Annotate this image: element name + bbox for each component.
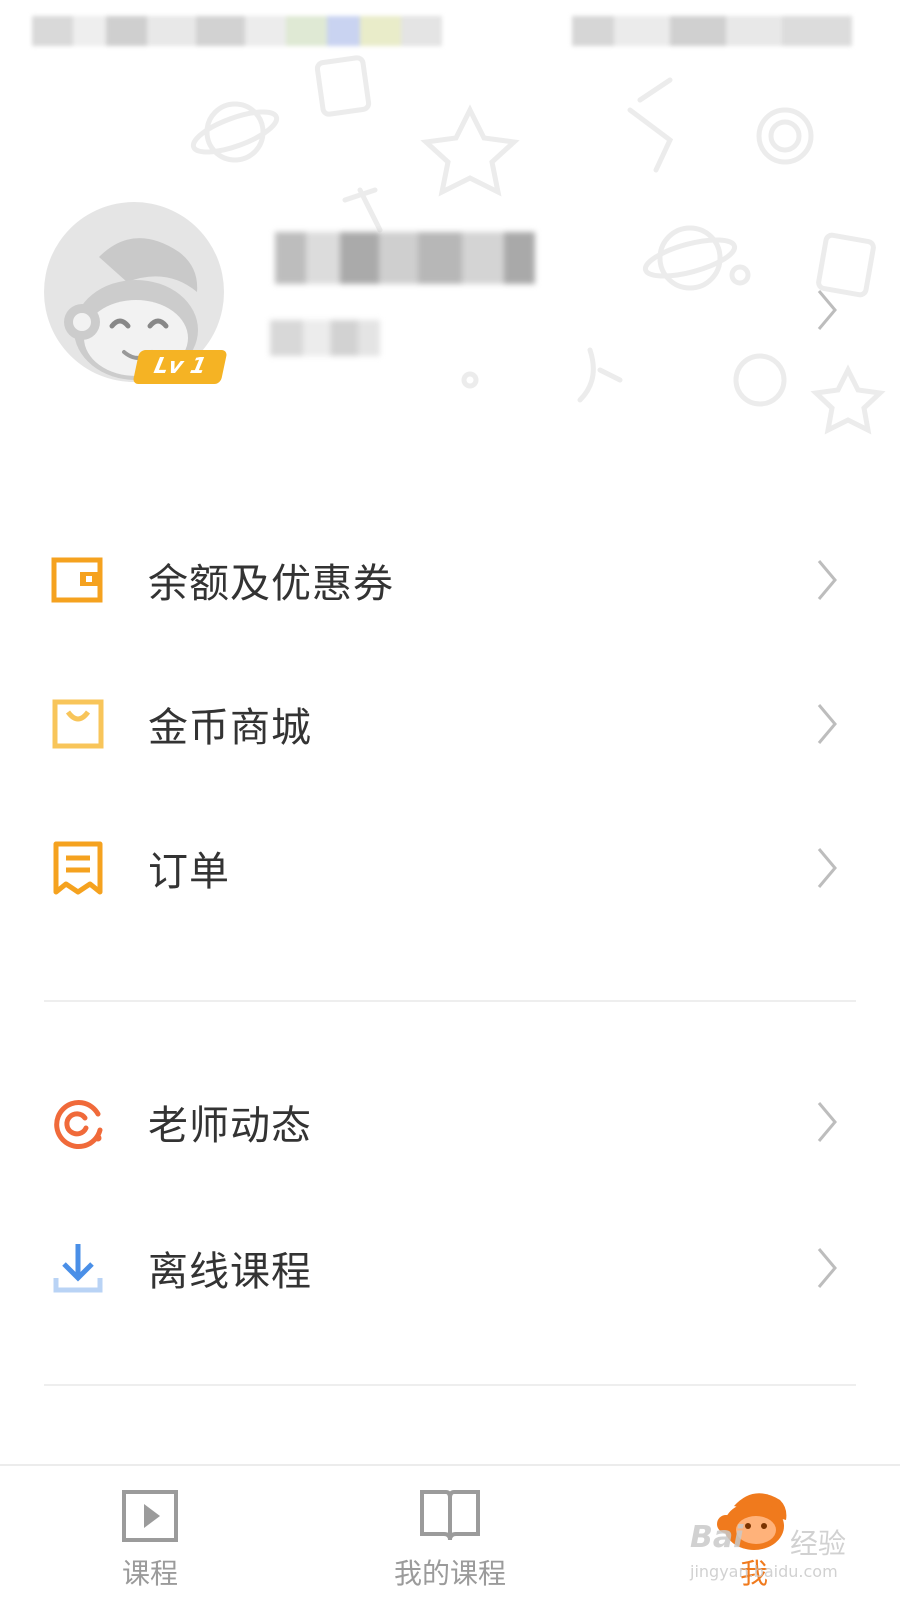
level-badge: Lv 1: [132, 350, 228, 384]
profile-header[interactable]: Lv 1: [0, 190, 900, 420]
menu-item-orders[interactable]: 订单: [0, 818, 900, 918]
menu-item-label: 订单: [148, 849, 230, 895]
menu-item-label: 金币商城: [148, 705, 312, 751]
chevron-right-icon: [817, 848, 837, 888]
receipt-icon: [53, 841, 103, 895]
baidu-jingyan-watermark: Bai 经验 jingyan.baidu.com: [690, 1520, 850, 1590]
video-play-icon: [122, 1490, 178, 1542]
open-book-icon: [420, 1490, 480, 1541]
menu-item-balance-coupons[interactable]: 余额及优惠券: [0, 530, 900, 630]
chevron-right-icon: [817, 290, 837, 330]
user-subtitle-blurred: [270, 320, 380, 356]
tab-label: 课程: [121, 1557, 178, 1590]
chevron-right-icon: [817, 560, 837, 600]
wallet-icon: [51, 557, 103, 603]
tab-my-courses[interactable]: 我的课程: [360, 1466, 540, 1600]
menu-item-coin-mall[interactable]: 金币商城: [0, 674, 900, 774]
menu-item-teacher-feed[interactable]: 老师动态: [0, 1072, 900, 1172]
download-icon: [53, 1244, 103, 1293]
teacher-feed-icon: [54, 1100, 103, 1149]
section-divider: [44, 1000, 856, 1002]
shopping-bag-icon: [52, 699, 104, 749]
menu-item-label: 老师动态: [148, 1103, 312, 1149]
menu-item-offline-courses[interactable]: 离线课程: [0, 1218, 900, 1318]
chevron-right-icon: [817, 1102, 837, 1142]
watermark-url: jingyan.baidu.com: [690, 1562, 838, 1581]
username-blurred: [275, 232, 535, 284]
section-divider: [44, 1384, 856, 1386]
watermark-brand-cn: 经验: [790, 1527, 847, 1560]
chevron-right-icon: [817, 1248, 837, 1288]
menu-item-label: 离线课程: [148, 1249, 312, 1295]
tab-label: 我的课程: [393, 1557, 506, 1590]
tab-courses[interactable]: 课程: [60, 1466, 240, 1600]
watermark-brand: Bai: [690, 1520, 744, 1555]
chevron-right-icon: [817, 704, 837, 744]
menu-item-label: 余额及优惠券: [148, 561, 394, 607]
